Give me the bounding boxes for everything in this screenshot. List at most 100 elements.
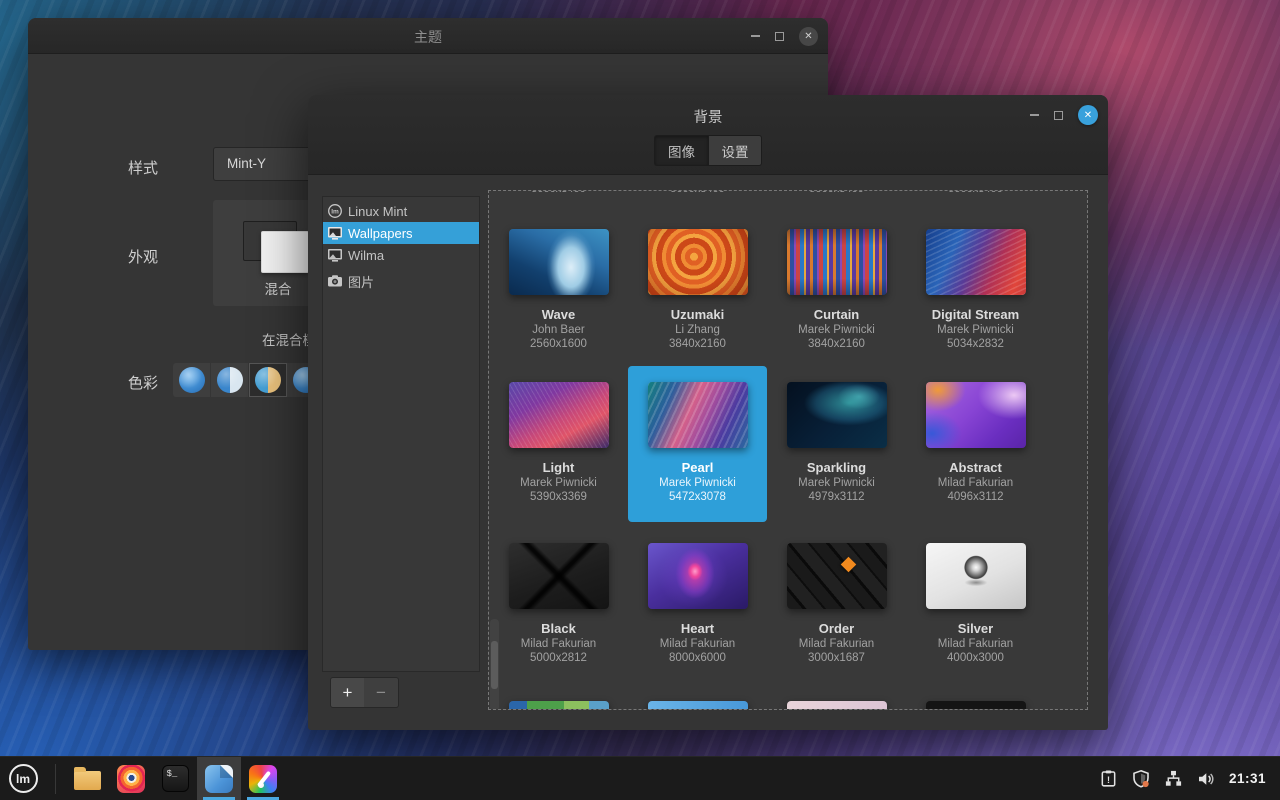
wallpaper-icon (327, 225, 343, 241)
wallpaper-resolution: 2560x1600 (530, 338, 587, 351)
wallpaper-thumbnail[interactable] (509, 382, 609, 448)
themes-titlebar[interactable]: 主题 ✕ (28, 18, 828, 54)
taskbar-clock[interactable]: 21:31 (1229, 771, 1266, 786)
background-titlebar[interactable]: 背景 ✕ (308, 95, 1108, 135)
wallpaper-item[interactable]: Sparkling Marek Piwnicki 4979x3112 (767, 366, 906, 522)
wallpaper-thumbnail[interactable] (926, 543, 1026, 609)
terminal-launcher[interactable]: $_ (153, 757, 197, 800)
svg-text:!: ! (1107, 775, 1110, 785)
sidebar-item-wallpapers[interactable]: Wallpapers (323, 222, 479, 244)
wallpaper-thumbnail[interactable] (648, 229, 748, 295)
wallpaper-name: Black (541, 621, 576, 636)
color-swatch-blue[interactable] (173, 363, 211, 397)
minimize-icon[interactable] (751, 35, 760, 37)
sidebar-item-pictures[interactable]: 图片 (323, 270, 479, 292)
wallpaper-name: Digital Stream (932, 307, 1019, 322)
maximize-icon[interactable] (775, 32, 784, 41)
desktop: 主题 ✕ 样式 Mint-Y 外观 混合 在混合模 色彩 背景 (0, 0, 1280, 800)
themes-app-button[interactable] (241, 757, 285, 800)
themes-window-title: 主题 (28, 27, 828, 47)
sidebar-item-label: 图片 (348, 272, 374, 291)
mint-menu-button[interactable]: lm (0, 757, 46, 800)
mixed-preview-light-rect (261, 231, 309, 273)
wallpaper-thumbnail[interactable] (926, 701, 1026, 710)
backgrounds-app-icon (205, 765, 233, 793)
wallpaper-thumbnail[interactable] (787, 543, 887, 609)
wallpaper-resolution: 5000x2812 (530, 652, 587, 665)
wallpaper-name: Pearl (682, 460, 714, 475)
sidebar-item-wilma[interactable]: Wilma (323, 244, 479, 266)
wallpaper-thumbnail[interactable] (787, 701, 887, 710)
wallpaper-resolution: 3000x1687 (808, 652, 865, 665)
color-swatch-blue-light[interactable] (211, 363, 249, 397)
wallpaper-resolution: 3840x2160 (808, 338, 865, 351)
clipped-wallpaper-row-top: 5000x3400 5000x3400 5000x3400 5000x3400 (489, 191, 1045, 198)
wallpaper-name: Heart (681, 621, 714, 636)
wallpaper-item-selected[interactable]: Pearl Marek Piwnicki 5472x3078 (628, 366, 767, 522)
wallpaper-item[interactable]: Black Milad Fakurian 5000x2812 (489, 535, 628, 665)
themes-app-icon (249, 765, 277, 793)
wallpaper-author: Milad Fakurian (660, 638, 735, 651)
wallpaper-item[interactable]: Order Milad Fakurian 3000x1687 (767, 535, 906, 665)
wallpaper-resolution: 4979x3112 (808, 491, 864, 504)
background-header: 背景 ✕ 图像 设置 (308, 95, 1108, 175)
linuxmint-logo-icon: lm (9, 764, 38, 793)
wallpaper-thumbnail[interactable] (926, 229, 1026, 295)
appearance-label: 外观 (128, 246, 158, 267)
accent-color-swatches (173, 363, 325, 397)
wallpaper-icon (327, 247, 343, 263)
close-icon[interactable]: ✕ (799, 27, 818, 46)
wallpaper-thumbnail[interactable] (926, 382, 1026, 448)
wallpaper-author: Marek Piwnicki (798, 477, 875, 490)
firewall-shield-tray-icon[interactable] (1131, 769, 1151, 789)
wallpaper-name: Order (819, 621, 854, 636)
wallpaper-item[interactable]: Abstract Milad Fakurian 4096x3112 (906, 366, 1045, 522)
wallpaper-item[interactable]: Heart Milad Fakurian 8000x6000 (628, 535, 767, 665)
wallpaper-author: Marek Piwnicki (659, 477, 736, 490)
update-manager-tray-icon[interactable]: ! (1099, 769, 1118, 788)
close-icon[interactable]: ✕ (1078, 105, 1098, 125)
grid-scrollbar[interactable] (490, 619, 499, 710)
volume-tray-icon[interactable] (1196, 769, 1216, 789)
wallpaper-thumbnail[interactable] (509, 229, 609, 295)
wallpaper-item[interactable]: Digital Stream Marek Piwnicki 5034x2832 (906, 221, 1045, 351)
wallpaper-thumbnail[interactable] (509, 543, 609, 609)
wallpaper-resolution: 4096x3112 (947, 491, 1003, 504)
wallpaper-item[interactable]: Light Marek Piwnicki 5390x3369 (489, 366, 628, 522)
firefox-launcher[interactable] (109, 757, 153, 800)
background-window-title: 背景 (308, 106, 1108, 127)
wallpaper-thumbnail[interactable] (648, 701, 748, 710)
wallpaper-item[interactable]: Silver Milad Fakurian 4000x3000 (906, 535, 1045, 665)
backgrounds-app-button[interactable] (197, 757, 241, 800)
files-launcher[interactable] (65, 757, 109, 800)
wallpaper-item[interactable]: Uzumaki Li Zhang 3840x2160 (628, 221, 767, 351)
tab-images[interactable]: 图像 (654, 135, 708, 166)
wallpaper-thumbnail[interactable] (509, 701, 609, 710)
clipped-wallpaper-row-bottom (489, 701, 1045, 710)
color-swatch-blue-sand-selected[interactable] (249, 363, 287, 397)
wallpaper-thumbnail[interactable] (787, 382, 887, 448)
wallpaper-item[interactable]: Curtain Marek Piwnicki 3840x2160 (767, 221, 906, 351)
wallpaper-author: Marek Piwnicki (798, 324, 875, 337)
grid-scrollbar-thumb[interactable] (491, 641, 498, 689)
wallpaper-item[interactable]: Wave John Baer 2560x1600 (489, 221, 628, 351)
tab-settings[interactable]: 设置 (708, 135, 762, 166)
wallpaper-thumbnail[interactable] (787, 229, 887, 295)
wallpaper-author: Milad Fakurian (938, 638, 1013, 651)
network-tray-icon[interactable] (1164, 769, 1183, 788)
sidebar-item-linux-mint[interactable]: lm Linux Mint (323, 200, 479, 222)
wallpaper-name: Curtain (814, 307, 860, 322)
wallpaper-author: Milad Fakurian (938, 477, 1013, 490)
wallpaper-thumbnail[interactable] (648, 382, 748, 448)
add-folder-button[interactable]: + (330, 677, 365, 708)
wallpaper-name: Uzumaki (671, 307, 724, 322)
minimize-icon[interactable] (1030, 114, 1039, 116)
maximize-icon[interactable] (1054, 111, 1063, 120)
taskbar: lm $_ ! (0, 756, 1280, 800)
clipped-resolution: 5000x3400 (767, 191, 906, 198)
wallpaper-thumbnail[interactable] (648, 543, 748, 609)
wallpaper-author: Marek Piwnicki (520, 477, 597, 490)
camera-icon (327, 273, 343, 289)
wallpaper-resolution: 5390x3369 (530, 491, 587, 504)
remove-folder-button[interactable]: − (364, 677, 399, 708)
